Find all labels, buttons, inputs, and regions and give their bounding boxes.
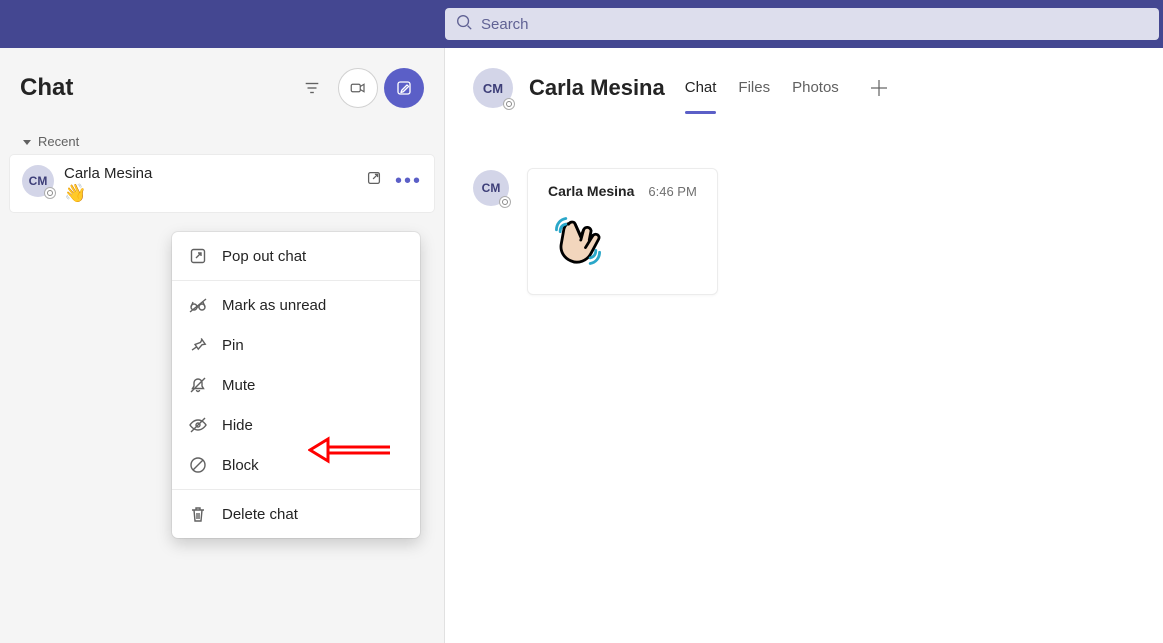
menu-pin-label: Pin xyxy=(222,337,244,354)
avatar: CM xyxy=(473,68,513,108)
tab-chat[interactable]: Chat xyxy=(685,55,717,122)
search-container: Search xyxy=(445,0,1163,48)
avatar-initials: CM xyxy=(482,181,501,195)
chat-item-text: Carla Mesina 👋 xyxy=(64,165,355,202)
menu-hide[interactable]: Hide xyxy=(172,405,420,445)
tab-files[interactable]: Files xyxy=(738,55,770,122)
search-icon xyxy=(455,13,473,36)
page-title: Chat xyxy=(20,74,286,102)
bell-off-icon xyxy=(188,375,208,395)
presence-offline-icon xyxy=(499,196,511,208)
conversation-tabs: Chat Files Photos xyxy=(685,55,891,122)
meet-now-button[interactable] xyxy=(338,68,378,108)
avatar: CM xyxy=(473,170,509,206)
filter-button[interactable] xyxy=(292,68,332,108)
chevron-down-icon xyxy=(22,137,32,147)
chat-list-item[interactable]: CM Carla Mesina 👋 ••• xyxy=(10,155,434,212)
compose-icon xyxy=(395,79,413,97)
video-icon xyxy=(349,79,367,97)
eye-off-icon xyxy=(188,415,208,435)
chat-item-preview: 👋 xyxy=(64,184,355,202)
menu-mute-label: Mute xyxy=(222,377,255,394)
menu-pin[interactable]: Pin xyxy=(172,325,420,365)
titlebar-left-spacer xyxy=(0,0,445,48)
menu-separator xyxy=(172,280,420,281)
popout-icon[interactable] xyxy=(365,169,383,192)
chat-list-pane: Chat Recent xyxy=(0,48,445,643)
message-list: CM Carla Mesina 6:46 PM xyxy=(445,128,1163,335)
block-icon xyxy=(188,455,208,475)
message-bubble[interactable]: Carla Mesina 6:46 PM xyxy=(527,168,718,295)
trash-icon xyxy=(188,504,208,524)
plus-icon xyxy=(867,76,891,100)
conversation-title: Carla Mesina xyxy=(529,75,665,101)
conversation-header: CM Carla Mesina Chat Files Photos xyxy=(445,48,1163,128)
menu-popout[interactable]: Pop out chat xyxy=(172,236,420,276)
menu-mute[interactable]: Mute xyxy=(172,365,420,405)
menu-delete-label: Delete chat xyxy=(222,506,298,523)
menu-separator xyxy=(172,489,420,490)
menu-unread-label: Mark as unread xyxy=(222,297,326,314)
message-time: 6:46 PM xyxy=(648,184,696,199)
presence-offline-icon xyxy=(44,187,56,199)
global-search[interactable]: Search xyxy=(445,8,1159,40)
popout-icon xyxy=(188,246,208,266)
menu-block-label: Block xyxy=(222,457,259,474)
message-author: Carla Mesina xyxy=(548,183,634,199)
chat-list-header: Chat xyxy=(0,48,444,128)
titlebar: Search xyxy=(0,0,1163,48)
menu-delete[interactable]: Delete chat xyxy=(172,494,420,534)
avatar: CM xyxy=(22,165,54,197)
menu-mark-unread[interactable]: Mark as unread xyxy=(172,285,420,325)
add-tab-button[interactable] xyxy=(867,76,891,100)
search-placeholder: Search xyxy=(481,16,529,33)
avatar-initials: CM xyxy=(29,174,48,188)
menu-block[interactable]: Block xyxy=(172,445,420,485)
conversation-pane: CM Carla Mesina Chat Files Photos CM xyxy=(445,48,1163,643)
more-options-button[interactable]: ••• xyxy=(395,175,422,187)
chat-item-name: Carla Mesina xyxy=(64,165,355,182)
pin-icon xyxy=(188,335,208,355)
message-row: CM Carla Mesina 6:46 PM xyxy=(473,168,1135,295)
new-chat-button[interactable] xyxy=(384,68,424,108)
chat-context-menu: Pop out chat Mark as unread Pin Mute Hid… xyxy=(172,232,420,538)
tab-photos[interactable]: Photos xyxy=(792,55,839,122)
presence-offline-icon xyxy=(503,98,515,110)
wave-emoji-icon xyxy=(548,258,608,275)
message-body xyxy=(548,211,697,276)
filter-icon xyxy=(303,79,321,97)
menu-popout-label: Pop out chat xyxy=(222,248,306,265)
glasses-icon xyxy=(188,295,208,315)
recent-label: Recent xyxy=(38,134,79,149)
avatar-initials: CM xyxy=(483,81,503,96)
recent-section-toggle[interactable]: Recent xyxy=(10,128,434,155)
menu-hide-label: Hide xyxy=(222,417,253,434)
